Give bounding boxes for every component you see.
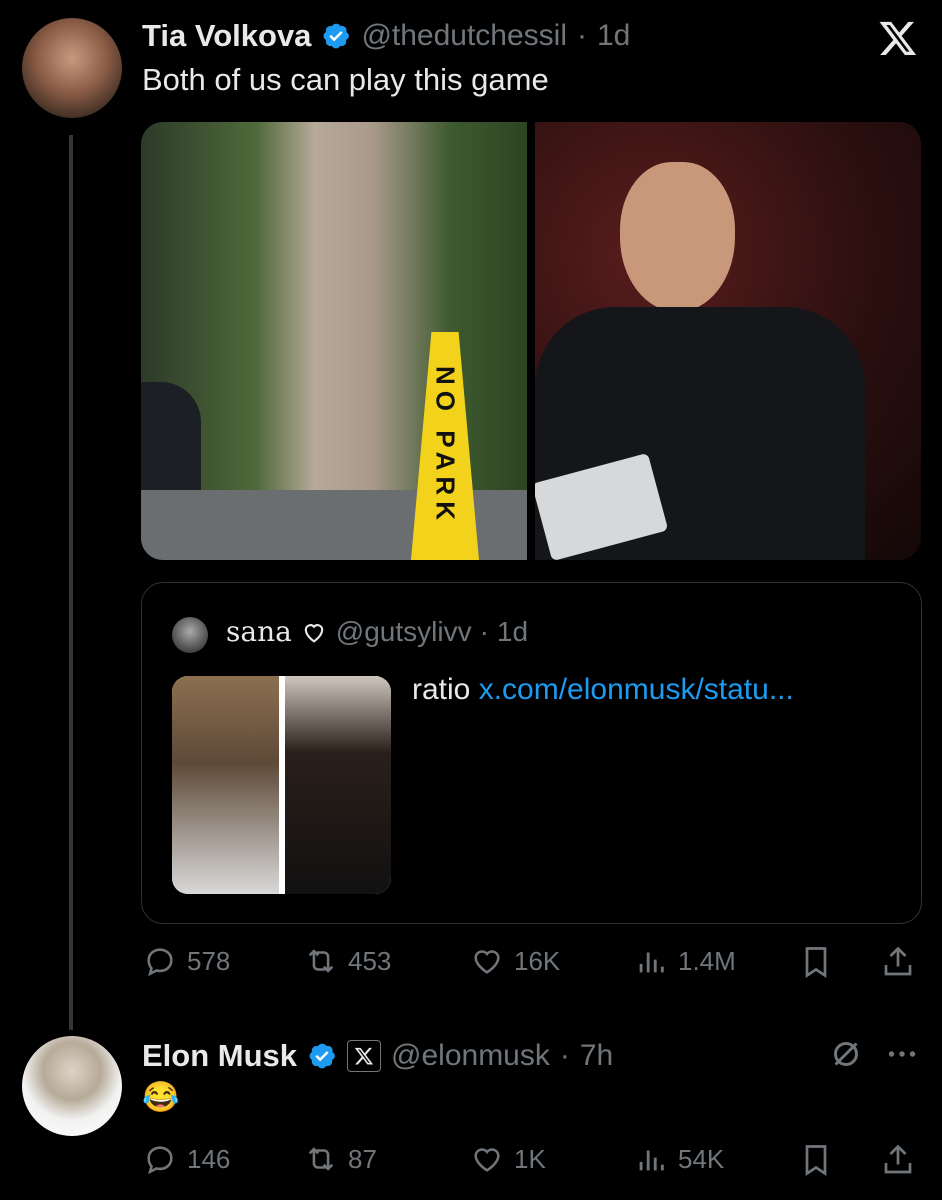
repost-count: 453	[348, 945, 392, 976]
reply-author-handle[interactable]: @elonmusk	[391, 1039, 550, 1073]
reply-like-action[interactable]: 1K	[470, 1142, 546, 1176]
heart-outline-icon	[304, 623, 324, 643]
like-action[interactable]: 16K	[470, 944, 560, 978]
media-image-right[interactable]	[535, 122, 921, 560]
tweet-text: Both of us can play this game	[142, 62, 549, 97]
reply-text: 😂	[142, 1081, 180, 1114]
media-grid[interactable]: NO PARK	[141, 122, 921, 560]
avatar[interactable]	[22, 18, 122, 118]
grok-icon[interactable]	[828, 1036, 864, 1072]
reply-like-count: 1K	[514, 1143, 546, 1174]
reply-count: 578	[187, 945, 231, 976]
quote-media-left[interactable]	[172, 676, 279, 894]
reply-author-name[interactable]: Elon Musk	[142, 1038, 297, 1074]
reply-action[interactable]: 578	[143, 944, 230, 978]
quote-link[interactable]: x.com/elonmusk/statu...	[479, 673, 794, 706]
reply-views-action[interactable]: 54K	[634, 1142, 724, 1176]
views-count: 1.4M	[678, 945, 736, 976]
reply-icon	[147, 1146, 173, 1175]
reply-reply-count: 146	[187, 1143, 231, 1174]
reply-repost-action[interactable]: 87	[304, 1142, 377, 1176]
views-icon	[639, 952, 664, 973]
views-icon	[639, 1150, 664, 1171]
reply-icon	[147, 948, 173, 977]
repost-icon	[308, 949, 334, 973]
sign-shape: NO PARK	[411, 332, 479, 560]
quote-media[interactable]	[172, 676, 391, 894]
like-icon	[474, 1148, 500, 1172]
reply-time[interactable]: 7h	[580, 1039, 613, 1073]
verified-badge-icon	[323, 23, 350, 49]
share-icon	[884, 946, 912, 976]
reply-views-count: 54K	[678, 1143, 725, 1174]
quote-media-right[interactable]	[284, 676, 391, 894]
quote-time[interactable]: 1d	[497, 616, 528, 648]
quote-card[interactable]: sana @gutsylivv · 1d ratio x.com/elonmus…	[141, 582, 922, 924]
more-options-icon[interactable]	[884, 1036, 920, 1072]
author-name[interactable]: Tia Volkova	[142, 18, 311, 54]
thread-line	[69, 135, 73, 1030]
media-image-left[interactable]: NO PARK	[141, 122, 527, 560]
person-head-shape	[620, 162, 735, 312]
quote-avatar[interactable]	[172, 617, 208, 653]
share-icon	[884, 1144, 912, 1174]
reply-avatar[interactable]	[22, 1036, 122, 1136]
bookmark-icon	[805, 947, 827, 979]
repost-action[interactable]: 453	[304, 944, 391, 978]
reply-repost-count: 87	[348, 1143, 377, 1174]
separator-dot: ·	[559, 1039, 570, 1072]
affiliate-x-badge-icon	[347, 1040, 382, 1072]
tweet-time[interactable]: 1d	[597, 19, 630, 53]
quote-text: ratio	[412, 673, 471, 706]
reply-share-button[interactable]	[880, 1142, 916, 1178]
like-icon	[474, 950, 500, 974]
views-action[interactable]: 1.4M	[634, 944, 736, 978]
sign-text: NO PARK	[430, 366, 461, 526]
x-logo-icon[interactable]	[876, 18, 920, 58]
reply-reply-action[interactable]: 146	[143, 1142, 230, 1176]
verified-badge-icon	[309, 1043, 335, 1069]
quote-handle[interactable]: @gutsylivv	[336, 616, 472, 648]
repost-icon	[308, 1147, 334, 1171]
reply-bookmark-button[interactable]	[798, 1142, 834, 1178]
bookmark-button[interactable]	[798, 944, 834, 980]
share-button[interactable]	[880, 944, 916, 980]
separator-dot: ·	[577, 19, 587, 52]
separator-dot: ·	[479, 615, 489, 647]
bookmark-icon	[805, 1145, 827, 1177]
author-handle[interactable]: @thedutchessil	[361, 19, 567, 53]
like-count: 16K	[514, 945, 561, 976]
quote-author-name[interactable]: sana	[226, 615, 292, 648]
